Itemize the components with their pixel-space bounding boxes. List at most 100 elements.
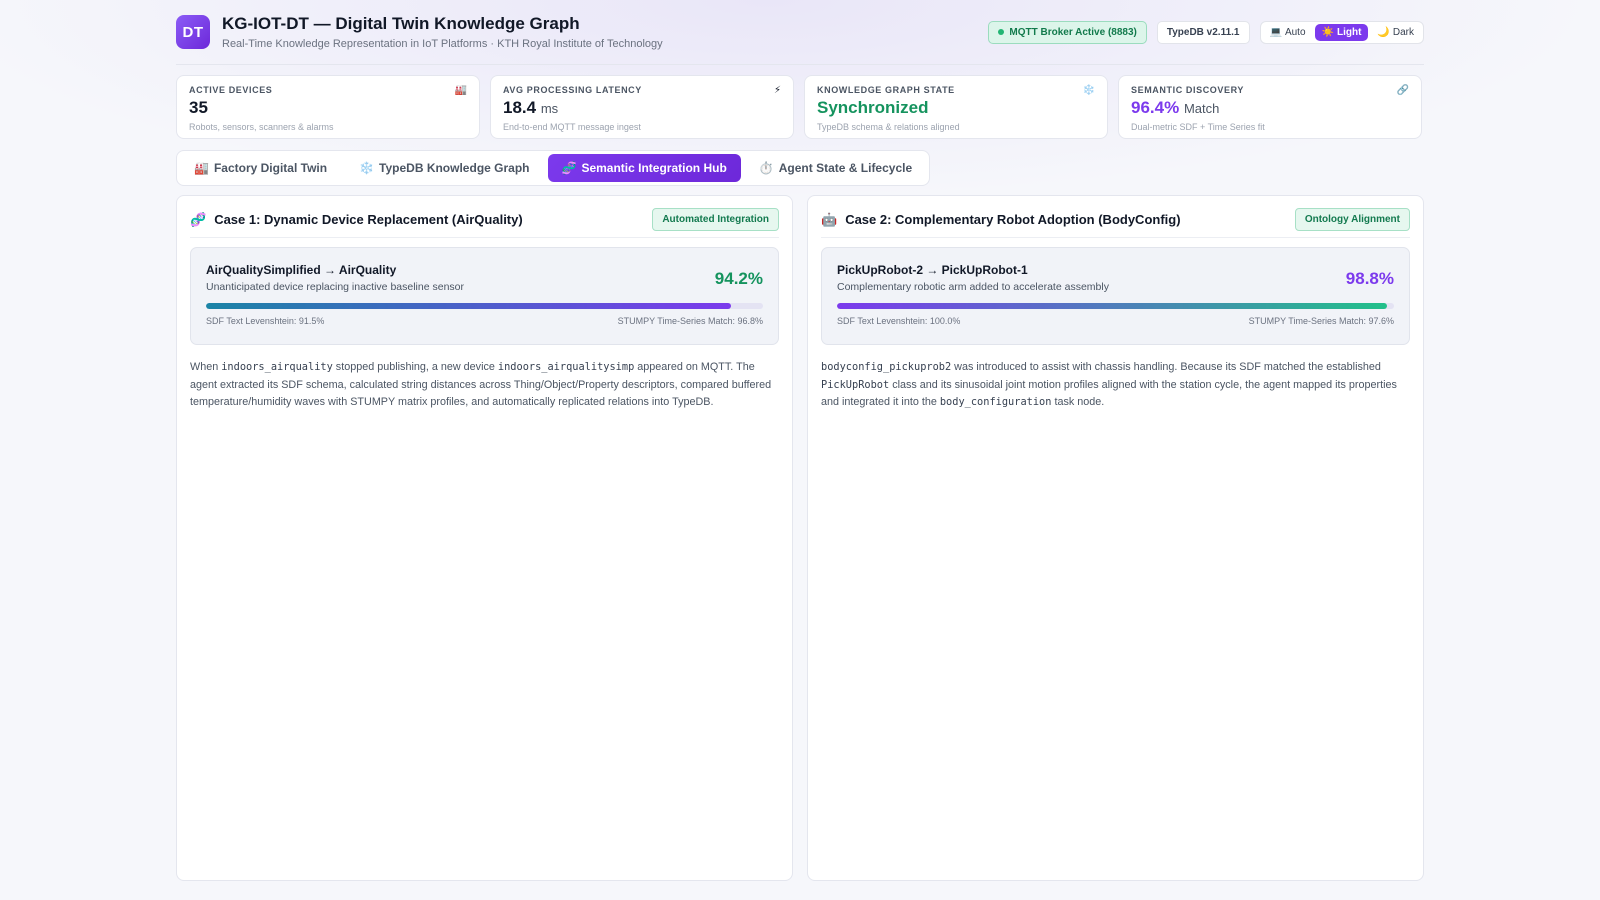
match-title: AirQualitySimplified → AirQuality bbox=[206, 263, 397, 277]
tab-factory-digital-twin[interactable]: 🏭 Factory Digital Twin bbox=[180, 154, 341, 182]
stats-row: ACTIVE DEVICES 🏭 35 Robots, sensors, sca… bbox=[176, 75, 1424, 139]
factory-icon: 🏭 bbox=[194, 161, 209, 175]
main-tabs: 🏭 Factory Digital Twin ❄️ TypeDB Knowled… bbox=[176, 150, 931, 186]
tab-typedb-knowledge-graph[interactable]: ❄️ TypeDB Knowledge Graph bbox=[345, 154, 543, 182]
app-logo: DT bbox=[176, 15, 210, 49]
match-progress-fill bbox=[206, 303, 731, 309]
typedb-version-badge: TypeDB v2.11.1 bbox=[1156, 20, 1250, 44]
case-description: When indoors_airquality stopped publishi… bbox=[190, 359, 779, 412]
theme-toggle: 💻 Auto ☀️ Light 🌙 Dark bbox=[1259, 20, 1424, 44]
stat-card-kg-state: KNOWLEDGE GRAPH STATE ❄️ Synchronized Ty… bbox=[804, 75, 1108, 139]
snowflake-icon: ❄️ bbox=[359, 161, 375, 175]
stopwatch-icon: ⏱️ bbox=[758, 161, 774, 175]
text-segment: When bbox=[190, 361, 222, 373]
case-header-row: 🧬 Case 1: Dynamic Device Replacement (Ai… bbox=[190, 208, 779, 231]
dna-icon: 🧬 bbox=[190, 211, 207, 227]
match-score: 98.8% bbox=[1345, 269, 1394, 288]
laptop-icon: 💻 bbox=[1269, 26, 1282, 38]
header-titles: KG-IOT-DT — Digital Twin Knowledge Graph… bbox=[222, 14, 663, 50]
factory-icon: 🏭 bbox=[454, 85, 467, 96]
theme-dark-button[interactable]: 🌙 Dark bbox=[1370, 24, 1421, 41]
theme-light-button[interactable]: ☀️ Light bbox=[1314, 23, 1369, 41]
stat-description: Dual-metric SDF + Time Series fit bbox=[1131, 122, 1265, 132]
stat-value-row: 96.4% Match bbox=[1131, 98, 1409, 118]
text-segment: task node. bbox=[1051, 396, 1105, 408]
app-container: DT KG-IOT-DT — Digital Twin Knowledge Gr… bbox=[176, 0, 1424, 881]
code-task-node: body_configuration bbox=[939, 396, 1052, 408]
tab-label: TypeDB Knowledge Graph bbox=[379, 161, 530, 175]
snowflake-icon: ❄️ bbox=[1082, 85, 1095, 96]
status-dot-icon bbox=[998, 29, 1005, 35]
stat-value: Synchronized bbox=[817, 98, 929, 117]
match-score: 94.2% bbox=[714, 269, 763, 288]
case-card-bodyconfig: 🤖 Case 2: Complementary Robot Adoption (… bbox=[807, 195, 1424, 881]
text-segment: stopped publishing, a new device bbox=[332, 361, 498, 373]
stat-description: Robots, sensors, scanners & alarms bbox=[189, 122, 334, 132]
tab-agent-state-lifecycle[interactable]: ⏱️ Agent State & Lifecycle bbox=[745, 154, 926, 182]
tab-label: Factory Digital Twin bbox=[213, 161, 328, 175]
stat-label: ACTIVE DEVICES bbox=[189, 85, 273, 95]
cases-row: 🧬 Case 1: Dynamic Device Replacement (Ai… bbox=[176, 195, 1424, 881]
case-header-row: 🤖 Case 2: Complementary Robot Adoption (… bbox=[821, 208, 1410, 231]
code-device-id: indoors_airquality bbox=[221, 361, 333, 373]
dna-icon: 🧬 bbox=[561, 161, 577, 175]
robot-icon: 🤖 bbox=[821, 211, 838, 227]
lightning-icon: ⚡ bbox=[773, 85, 781, 96]
case-badge: Ontology Alignment bbox=[1294, 208, 1410, 231]
stat-label: SEMANTIC DISCOVERY bbox=[1131, 85, 1244, 95]
theme-light-label: Light bbox=[1336, 26, 1362, 38]
stat-card-semantic-discovery: SEMANTIC DISCOVERY 🔗 96.4% Match Dual-me… bbox=[1118, 75, 1422, 139]
tab-label: Agent State & Lifecycle bbox=[778, 161, 913, 175]
text-segment: was introduced to assist with chassis ha… bbox=[951, 361, 1381, 373]
case-description: bodyconfig_pickuprob2 was introduced to … bbox=[821, 359, 1410, 412]
stat-unit: Match bbox=[1183, 101, 1220, 116]
theme-auto-label: Auto bbox=[1284, 26, 1306, 38]
sdf-metric: SDF Text Levenshtein: 100.0% bbox=[837, 316, 961, 326]
match-progress-fill bbox=[837, 303, 1388, 309]
case-title: Case 2: Complementary Robot Adoption (Bo… bbox=[845, 212, 1181, 227]
stat-card-latency: AVG PROCESSING LATENCY ⚡ 18.4 ms End-to-… bbox=[490, 75, 794, 139]
case-header: 🧬 Case 1: Dynamic Device Replacement (Ai… bbox=[190, 208, 779, 238]
stumpy-metric: STUMPY Time-Series Match: 96.8% bbox=[617, 316, 763, 326]
theme-auto-button[interactable]: 💻 Auto bbox=[1263, 24, 1313, 41]
match-progress-track bbox=[206, 303, 763, 309]
stat-unit: ms bbox=[540, 101, 559, 116]
match-metrics: SDF Text Levenshtein: 91.5% STUMPY Time-… bbox=[206, 316, 763, 326]
case-card-airquality: 🧬 Case 1: Dynamic Device Replacement (Ai… bbox=[176, 195, 793, 881]
text-segment: class and its sinusoidal joint motion pr… bbox=[821, 378, 1397, 409]
match-subtitle: Complementary robotic arm added to accel… bbox=[837, 281, 1109, 293]
code-class-name: PickUpRobot bbox=[821, 378, 890, 391]
case-title: Case 1: Dynamic Device Replacement (AirQ… bbox=[214, 212, 523, 227]
stat-value: 96.4% bbox=[1131, 98, 1180, 117]
match-summary: AirQualitySimplified → AirQuality Unanti… bbox=[190, 247, 779, 345]
stat-label: AVG PROCESSING LATENCY bbox=[503, 85, 642, 95]
match-metrics: SDF Text Levenshtein: 100.0% STUMPY Time… bbox=[837, 316, 1394, 326]
match-summary: PickUpRobot-2 → PickUpRobot-1 Complement… bbox=[821, 247, 1410, 345]
match-title: PickUpRobot-2 → PickUpRobot-1 bbox=[837, 263, 1028, 277]
code-device-id: bodyconfig_pickuprob2 bbox=[821, 361, 952, 373]
tab-label: Semantic Integration Hub bbox=[581, 161, 727, 175]
stat-value: 18.4 bbox=[503, 98, 537, 117]
match-subtitle: Unanticipated device replacing inactive … bbox=[206, 281, 464, 293]
stat-value-row: 18.4 ms bbox=[503, 98, 781, 118]
sun-icon: ☀️ bbox=[1321, 26, 1334, 38]
app-header: DT KG-IOT-DT — Digital Twin Knowledge Gr… bbox=[176, 0, 1424, 65]
code-device-id: indoors_airqualitysimp bbox=[497, 361, 635, 373]
page-subtitle: Real-Time Knowledge Representation in Io… bbox=[222, 38, 663, 50]
theme-dark-label: Dark bbox=[1392, 26, 1414, 38]
mqtt-status-label: MQTT Broker Active (8883) bbox=[1009, 26, 1137, 38]
stat-card-active-devices: ACTIVE DEVICES 🏭 35 Robots, sensors, sca… bbox=[176, 75, 480, 139]
stat-value: 35 bbox=[189, 98, 208, 117]
stumpy-metric: STUMPY Time-Series Match: 97.6% bbox=[1248, 316, 1394, 326]
case-header: 🤖 Case 2: Complementary Robot Adoption (… bbox=[821, 208, 1410, 238]
stat-description: TypeDB schema & relations aligned bbox=[817, 122, 960, 132]
stat-label: KNOWLEDGE GRAPH STATE bbox=[817, 85, 955, 95]
link-icon: 🔗 bbox=[1396, 85, 1409, 96]
mqtt-status-badge: MQTT Broker Active (8883) bbox=[988, 20, 1147, 44]
stat-description: End-to-end MQTT message ingest bbox=[503, 122, 641, 132]
case-badge: Automated Integration bbox=[652, 208, 779, 231]
page-title: KG-IOT-DT — Digital Twin Knowledge Graph bbox=[222, 14, 580, 33]
moon-icon: 🌙 bbox=[1377, 26, 1390, 38]
sdf-metric: SDF Text Levenshtein: 91.5% bbox=[206, 316, 325, 326]
tab-semantic-integration-hub[interactable]: 🧬 Semantic Integration Hub bbox=[547, 154, 741, 182]
